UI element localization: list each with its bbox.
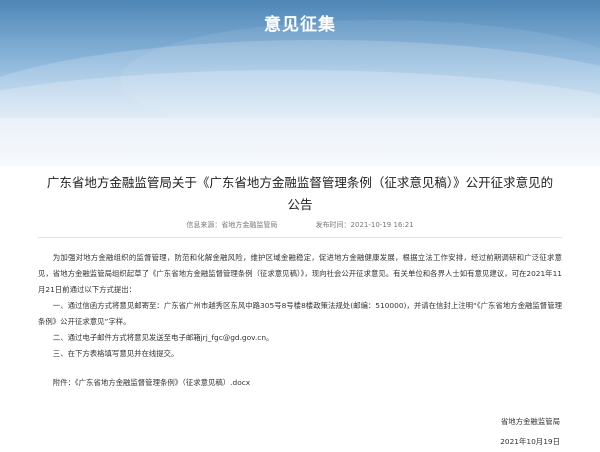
- notice-source: 信息来源：省地方金融监管局: [186, 221, 278, 229]
- signature-date: 2021年10月19日: [500, 437, 560, 446]
- notice-title-line1: 广东省地方金融监管局关于《广东省地方金融监督管理条例（征求意见稿）》公开征求意见…: [46, 175, 554, 190]
- body-intro: 为加强对地方金融组织的监督管理，防范和化解金融风险，维护区域金融稳定，促进地方金…: [38, 253, 562, 294]
- notice-title: 广东省地方金融监管局关于《广东省地方金融监督管理条例（征求意见稿）》公开征求意见…: [38, 172, 562, 216]
- notice-title-line2: 公告: [287, 197, 313, 212]
- notice-publish-time: 发布时间：2021-10-19 16:21: [315, 221, 414, 229]
- body-item-1: 一、通过信函方式将意见邮寄至：广东省广州市越秀区东风中路305号8号楼8楼政策法…: [38, 301, 562, 326]
- banner-title: 意见征集: [264, 15, 336, 35]
- meta-divider: [38, 237, 562, 238]
- page-banner: 意见征集: [0, 0, 600, 118]
- notice-article: 广东省地方金融监管局关于《广东省地方金融监督管理条例（征求意见稿）》公开征求意见…: [38, 166, 562, 390]
- attachment-link[interactable]: 附件：《广东省地方金融监督管理条例》（征求意见稿）.docx: [38, 376, 562, 390]
- body-item-3: 三、在下方表格填写意见并在线提交。: [52, 349, 179, 358]
- notice-body: 为加强对地方金融组织的监督管理，防范和化解金融风险，维护区域金融稳定，促进地方金…: [38, 250, 562, 362]
- notice-meta: 信息来源：省地方金融监管局 发布时间：2021-10-19 16:21: [38, 219, 562, 231]
- banner-fade-band: [0, 118, 600, 166]
- body-item-2: 二、通过电子邮件方式将意见发送至电子邮箱jrj_fgc@gd.gov.cn。: [52, 333, 274, 342]
- signature-org: 省地方金融监管局: [500, 417, 560, 426]
- notice-signature: 省地方金融监管局 2021年10月19日: [500, 412, 560, 452]
